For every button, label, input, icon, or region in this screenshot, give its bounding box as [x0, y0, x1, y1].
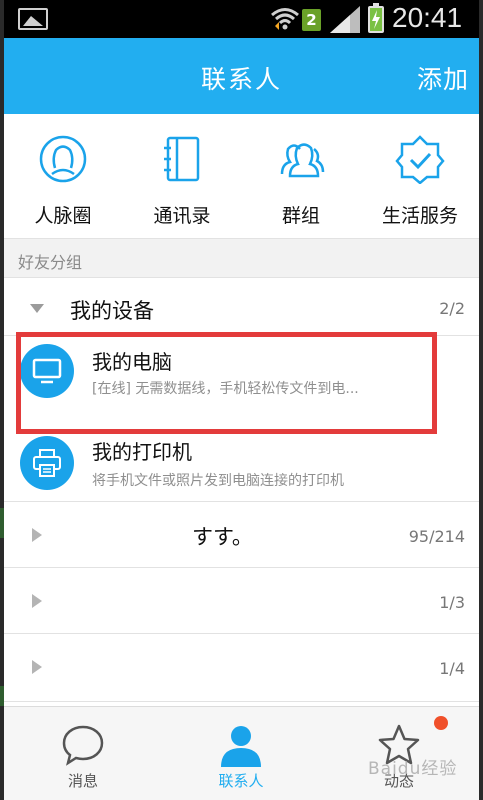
- device-item-my-printer[interactable]: 我的打印机 将手机文件或照片发到电脑连接的打印机: [4, 428, 479, 502]
- group-name: すす。: [192, 525, 253, 549]
- nav-label: 消息: [67, 772, 98, 790]
- wifi-icon: [271, 8, 299, 30]
- feature-groups[interactable]: 群组: [242, 114, 360, 238]
- group-count: 1/3: [439, 593, 465, 612]
- feature-label: 生活服务: [381, 205, 458, 227]
- feature-label: 群组: [281, 205, 320, 227]
- group-name: 我的设备: [70, 299, 154, 323]
- battery-icon: [368, 3, 384, 33]
- frame-edge-mark: [0, 686, 4, 706]
- group-count: 95/214: [408, 527, 465, 546]
- person-circle-icon: [39, 135, 87, 183]
- group-count: 1/4: [439, 659, 465, 678]
- chat-bubble-icon: [62, 725, 104, 766]
- contact-person-icon: [221, 726, 261, 767]
- nav-tab-messages[interactable]: 消息: [4, 707, 162, 800]
- group-icon: [280, 143, 325, 178]
- collapse-arrow-icon: [30, 304, 44, 313]
- nav-label: 联系人: [218, 772, 264, 790]
- group-count: 2/2: [439, 299, 465, 318]
- address-book-icon: [164, 136, 200, 182]
- feature-shortcuts: 人脉圈 通讯录 群组 生活服务: [4, 114, 479, 238]
- add-contact-button[interactable]: 添加: [417, 60, 469, 96]
- frame-edge-mark: [0, 508, 4, 538]
- watermark: Baidu经验: [368, 759, 458, 779]
- highlight-box: [16, 332, 437, 434]
- gallery-notification-icon: [18, 8, 48, 30]
- expand-arrow-icon: [32, 660, 42, 674]
- section-title: 好友分组: [18, 253, 83, 272]
- feature-network-circle[interactable]: 人脉圈: [4, 114, 122, 238]
- group-row[interactable]: 1/3: [4, 568, 479, 634]
- notification-dot: [434, 716, 448, 730]
- contacts-screen: 2 20:41 联系人 添加 人脉圈 通讯录 群组 生活服务 好友分组 我的设备…: [4, 0, 479, 800]
- status-time: 20:41: [392, 2, 463, 33]
- status-bar: 2 20:41: [4, 0, 479, 38]
- expand-arrow-icon: [32, 528, 42, 542]
- device-avatar: [20, 436, 74, 490]
- device-name: 我的打印机: [92, 440, 192, 464]
- bottom-navigation: 消息 联系人 动态: [4, 706, 479, 800]
- feature-address-book[interactable]: 通讯录: [123, 114, 241, 238]
- expand-arrow-icon: [32, 594, 42, 608]
- group-row-my-devices[interactable]: 我的设备 2/2: [4, 278, 479, 336]
- printer-icon: [33, 449, 61, 477]
- feature-label: 通讯录: [153, 205, 211, 227]
- page-title: 联系人: [200, 65, 282, 94]
- friend-groups-header: 好友分组: [4, 238, 479, 278]
- nav-tab-contacts[interactable]: 联系人: [162, 707, 320, 800]
- signal-strength-icon: [330, 6, 360, 33]
- feature-label: 人脉圈: [34, 205, 92, 227]
- group-row[interactable]: すす。 95/214: [4, 502, 479, 568]
- feature-life-services[interactable]: 生活服务: [361, 114, 479, 238]
- sim-slot-badge: 2: [302, 9, 321, 31]
- app-header: 联系人 添加: [4, 38, 479, 114]
- group-row[interactable]: 1/4: [4, 634, 479, 702]
- badge-check-icon: [395, 135, 445, 184]
- device-description: 将手机文件或照片发到电脑连接的打印机: [92, 473, 344, 489]
